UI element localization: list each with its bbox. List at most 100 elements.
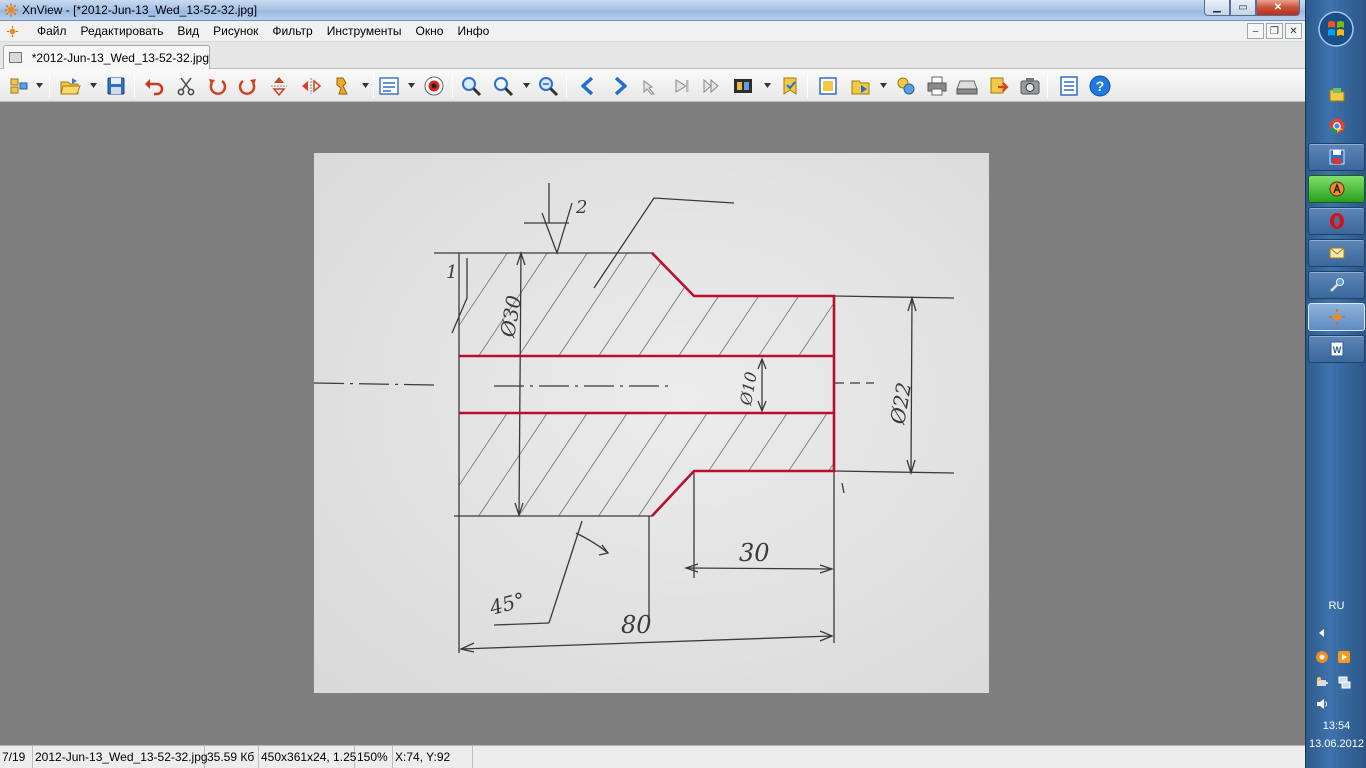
xnview-icon <box>1328 309 1345 325</box>
drawing-canvas: 2 1 Ø30 Ø10 Ø22 30 45° 80 <box>314 153 989 693</box>
chrome-icon <box>1329 118 1344 134</box>
help-icon[interactable]: ? <box>1087 73 1113 99</box>
roughness-label: 2 <box>575 197 587 218</box>
window-maximize-button[interactable]: ▭ <box>1230 0 1256 16</box>
zoom-in-icon[interactable] <box>458 73 484 99</box>
open-folder-icon[interactable] <box>848 73 874 99</box>
properties-dropdown-icon[interactable] <box>408 83 415 88</box>
status-dimensions: 450x361x24, 1.25 <box>259 746 356 768</box>
save-icon[interactable] <box>103 73 129 99</box>
mail-icon <box>1329 247 1344 259</box>
image-tab-label: *2012-Jun-13_Wed_13-52-32.jpg <box>31 50 209 65</box>
surface-label: 1 <box>446 262 457 283</box>
flip-horizontal-icon[interactable] <box>298 73 324 99</box>
image-viewer[interactable]: 2 1 Ø30 Ø10 Ø22 30 45° 80 <box>0 102 1305 745</box>
taskbar-avast[interactable] <box>1308 175 1365 203</box>
floppy-icon <box>1329 149 1344 165</box>
print-icon[interactable] <box>924 73 950 99</box>
menu-window[interactable]: Окно <box>409 24 451 38</box>
taskbar-floppy[interactable] <box>1308 143 1365 171</box>
cut-icon[interactable] <box>173 73 199 99</box>
tray-power-icon[interactable] <box>1315 675 1329 689</box>
previous-icon[interactable] <box>575 73 601 99</box>
zoom-icon[interactable] <box>490 73 516 99</box>
windows-taskbar: W RU 13:54 13.06.2012 <box>1305 0 1366 768</box>
svg-text:W: W <box>1332 345 1341 355</box>
zoom-out-icon[interactable] <box>535 73 561 99</box>
menu-view[interactable]: Вид <box>170 24 206 38</box>
tray-network-icon[interactable] <box>1337 675 1351 689</box>
adjust-dropdown-icon[interactable] <box>362 83 369 88</box>
filmstrip-dropdown-icon[interactable] <box>764 83 771 88</box>
menu-filter[interactable]: Фильтр <box>265 24 319 38</box>
opera-icon <box>1329 213 1344 229</box>
title-bar[interactable]: XnView - [*2012-Jun-13_Wed_13-52-32.jpg]… <box>0 0 1305 21</box>
technical-drawing-photo: 2 1 Ø30 Ø10 Ø22 30 45° 80 <box>314 153 989 693</box>
browse-icon[interactable] <box>6 73 32 99</box>
adjust-icon[interactable] <box>329 73 355 99</box>
document-minimize-button[interactable]: – <box>1247 23 1264 39</box>
rotate-right-icon[interactable] <box>235 73 261 99</box>
clock-time[interactable]: 13:54 <box>1306 720 1366 732</box>
menu-tools[interactable]: Инструменты <box>320 24 409 38</box>
flip-vertical-icon[interactable] <box>266 73 292 99</box>
taskbar-tools[interactable] <box>1308 271 1365 299</box>
settings-icon[interactable] <box>1056 73 1082 99</box>
browse-dropdown-icon[interactable] <box>36 83 43 88</box>
next-icon[interactable] <box>607 73 633 99</box>
taskbar-explorer[interactable] <box>1308 80 1365 108</box>
volume-icon[interactable] <box>1315 697 1329 711</box>
taskbar-xnview[interactable] <box>1308 303 1365 331</box>
document-restore-button[interactable]: ❐ <box>1266 23 1283 39</box>
total-length-label: 80 <box>621 611 652 639</box>
open-icon[interactable] <box>57 73 83 99</box>
last-icon[interactable] <box>668 73 694 99</box>
document-menu-icon[interactable] <box>6 25 19 38</box>
menu-bar: Файл Редактировать Вид Рисунок Фильтр Ин… <box>0 21 1305 42</box>
status-filename: 2012-Jun-13_Wed_13-52-32.jpg <box>33 746 208 768</box>
window-minimize-button[interactable]: ▁ <box>1204 0 1230 16</box>
step-length-label: 30 <box>739 539 770 567</box>
undo-icon[interactable] <box>141 73 167 99</box>
document-close-button[interactable]: ✕ <box>1285 23 1302 39</box>
taskbar-opera[interactable] <box>1308 207 1365 235</box>
rotate-left-icon[interactable] <box>204 73 230 99</box>
tag-icon[interactable] <box>777 73 803 99</box>
slideshow-icon[interactable] <box>698 73 724 99</box>
menu-image[interactable]: Рисунок <box>206 24 265 38</box>
menu-info[interactable]: Инфо <box>450 24 496 38</box>
menu-edit[interactable]: Редактировать <box>74 24 171 38</box>
scan-icon[interactable] <box>954 73 980 99</box>
open-dropdown-icon[interactable] <box>90 83 97 88</box>
image-tab[interactable]: *2012-Jun-13_Wed_13-52-32.jpg <box>3 45 210 69</box>
taskbar-chrome[interactable] <box>1308 112 1365 140</box>
start-button-icon[interactable] <box>1317 10 1355 48</box>
export-icon[interactable] <box>986 73 1012 99</box>
clock-date[interactable]: 13.06.2012 <box>1306 738 1366 750</box>
taskbar-word[interactable]: W <box>1308 335 1365 363</box>
properties-icon[interactable] <box>376 73 402 99</box>
status-filesize: 35.59 Кб <box>205 746 259 768</box>
tray-avast-icon[interactable] <box>1315 650 1329 664</box>
filmstrip-icon[interactable] <box>730 73 756 99</box>
open-folder-dropdown-icon[interactable] <box>880 83 887 88</box>
new-icon[interactable] <box>815 73 841 99</box>
red-eye-icon[interactable] <box>421 73 447 99</box>
language-indicator[interactable]: RU <box>1306 600 1366 612</box>
tab-bar: *2012-Jun-13_Wed_13-52-32.jpg <box>0 42 1305 69</box>
tray-media-icon[interactable] <box>1337 650 1351 664</box>
xnview-logo-icon <box>4 3 18 17</box>
avast-icon <box>1329 181 1344 197</box>
window-close-button[interactable]: ✕ <box>1256 0 1300 16</box>
tab-thumbnail-icon <box>9 52 22 63</box>
first-icon[interactable] <box>638 73 664 99</box>
menu-file[interactable]: Файл <box>30 24 74 38</box>
status-index: 7/19 <box>0 746 33 768</box>
explorer-icon <box>1329 88 1344 102</box>
show-hidden-icons-icon[interactable] <box>1315 626 1329 640</box>
capture-icon[interactable] <box>1017 73 1043 99</box>
word-icon: W <box>1330 341 1343 357</box>
taskbar-mail[interactable] <box>1308 239 1365 267</box>
batch-icon[interactable] <box>893 73 919 99</box>
zoom-dropdown-icon[interactable] <box>523 83 530 88</box>
